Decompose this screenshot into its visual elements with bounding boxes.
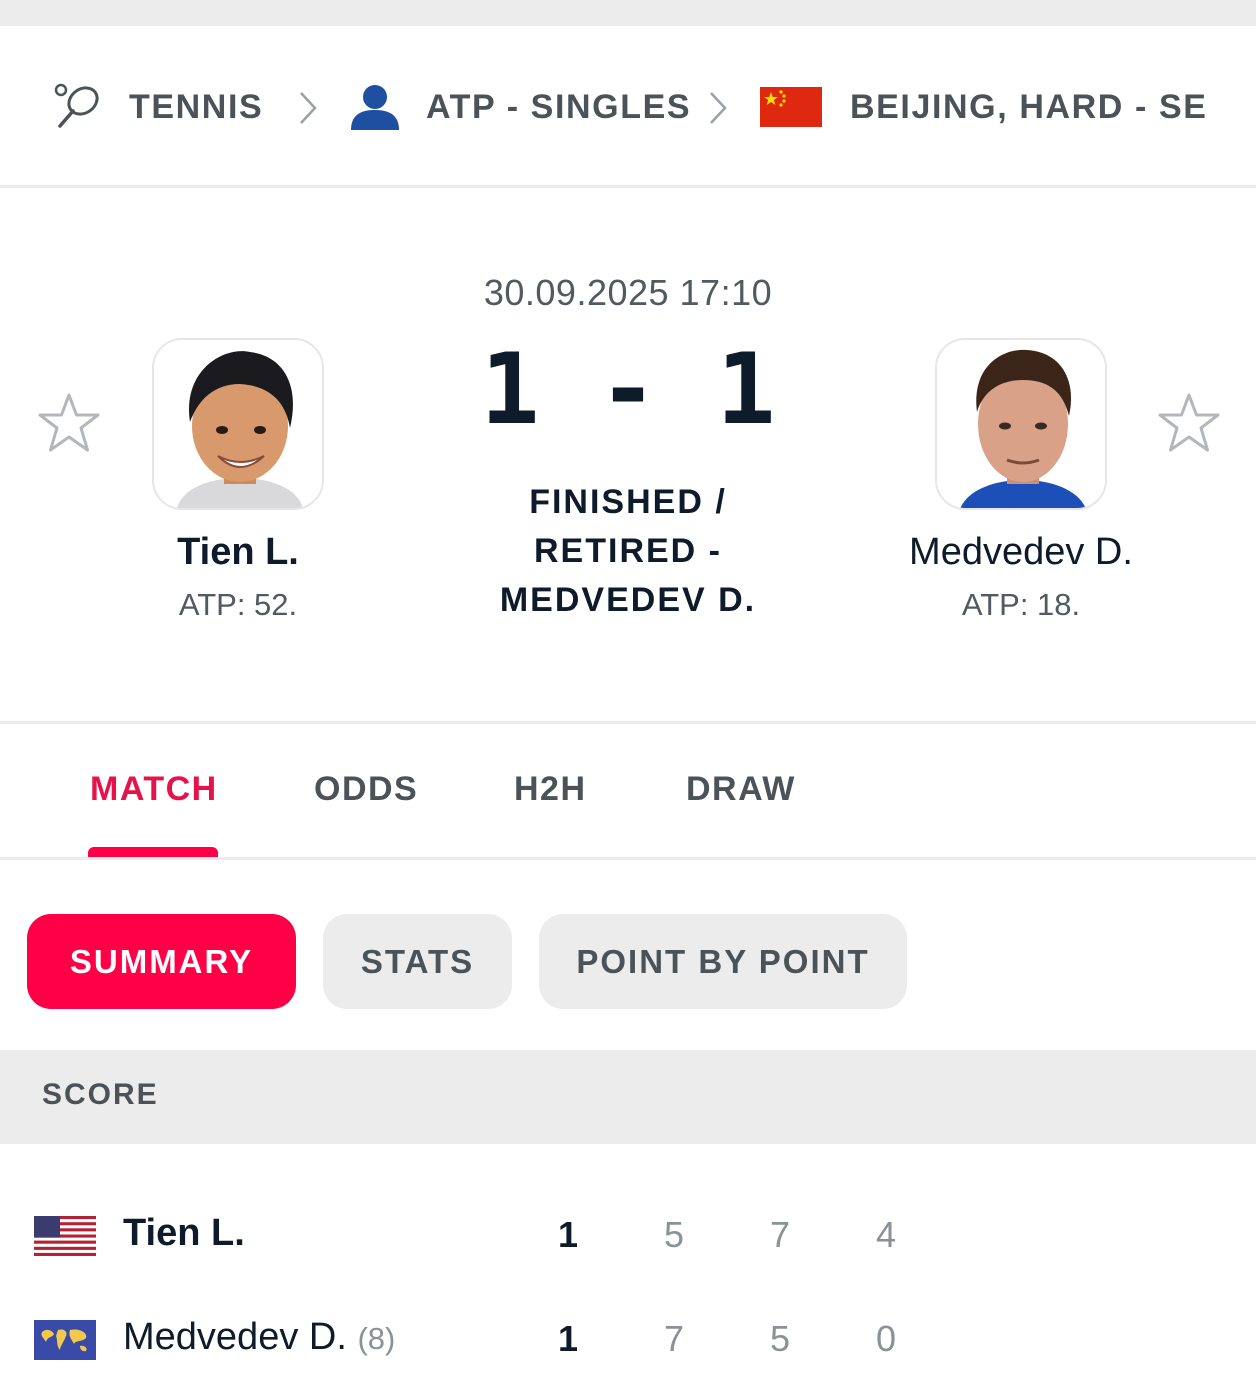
match-datetime: 30.09.2025 17:10 xyxy=(483,272,773,313)
usa-flag-icon xyxy=(34,1216,96,1256)
player-photo xyxy=(937,340,1105,508)
player-seed: (8) xyxy=(357,1321,396,1356)
tab-draw[interactable]: DRAW xyxy=(686,770,796,809)
away-player-name[interactable]: Medvedev D. xyxy=(861,531,1181,574)
score-row-player-name: Medvedev D. xyxy=(123,1316,347,1358)
score-section-title: SCORE xyxy=(42,1078,159,1111)
score-set-3: 4 xyxy=(875,1214,897,1255)
score-row-player[interactable]: Tien L. xyxy=(123,1212,245,1255)
score-row-player-name: Tien L. xyxy=(123,1212,245,1254)
person-icon xyxy=(351,85,399,130)
chevron-right-icon xyxy=(300,92,317,124)
home-player-name[interactable]: Tien L. xyxy=(78,531,398,574)
player-avatar[interactable] xyxy=(152,338,324,510)
china-flag-icon xyxy=(760,87,822,127)
breadcrumb-tournament-label: BEIJING, HARD - SEMI-FINALS xyxy=(850,87,1206,126)
breadcrumb: TENNIS ATP - SINGLES BEIJING, HARD - SEM… xyxy=(0,26,1256,188)
score-total: 1 xyxy=(557,1214,579,1255)
favorite-star-icon[interactable] xyxy=(37,392,101,454)
tab-match[interactable]: MATCH xyxy=(90,770,218,809)
world-flag-icon xyxy=(34,1320,96,1360)
chevron-right-icon xyxy=(710,92,727,124)
home-player-rank: ATP: 52. xyxy=(178,587,298,622)
subtab-summary[interactable]: SUMMARY xyxy=(27,914,296,1009)
breadcrumb-sport-label: TENNIS xyxy=(129,87,264,126)
away-player-rank: ATP: 18. xyxy=(961,587,1081,622)
score-row-player[interactable]: Medvedev D. (8) xyxy=(123,1316,395,1359)
match-status: FINISHED / RETIRED - MEDVEDEV D. xyxy=(499,483,757,619)
breadcrumb-category[interactable]: ATP - SINGLES xyxy=(350,26,692,185)
score-set-2: 7 xyxy=(769,1214,791,1255)
breadcrumb-sport[interactable]: TENNIS xyxy=(52,26,264,185)
player-avatar[interactable] xyxy=(935,338,1107,510)
favorite-star-icon[interactable] xyxy=(1157,392,1221,454)
score-set-1: 5 xyxy=(663,1214,685,1255)
tab-h2h[interactable]: H2H xyxy=(514,770,587,809)
tennis-racket-icon xyxy=(54,83,99,128)
score-total: 1 xyxy=(557,1318,579,1359)
player-photo xyxy=(154,340,322,508)
breadcrumb-category-label: ATP - SINGLES xyxy=(426,87,692,126)
tab-odds[interactable]: ODDS xyxy=(314,770,418,809)
score-section-header: SCORE xyxy=(0,1050,1256,1144)
subtab-point-by-point[interactable]: POINT BY POINT xyxy=(539,914,907,1009)
breadcrumb-tournament[interactable]: BEIJING, HARD - SEMI-FINALS xyxy=(760,26,1206,185)
score-set-3: 0 xyxy=(875,1318,897,1359)
score-set-2: 5 xyxy=(769,1318,791,1359)
subtab-stats[interactable]: STATS xyxy=(323,914,512,1009)
score-row: Medvedev D. (8) 1 7 5 0 xyxy=(0,1290,1256,1387)
score-set-1: 7 xyxy=(663,1318,685,1359)
divider xyxy=(0,721,1256,724)
top-strip xyxy=(0,0,1256,26)
score-row: Tien L. 1 5 7 4 xyxy=(0,1186,1256,1286)
divider xyxy=(0,857,1256,860)
